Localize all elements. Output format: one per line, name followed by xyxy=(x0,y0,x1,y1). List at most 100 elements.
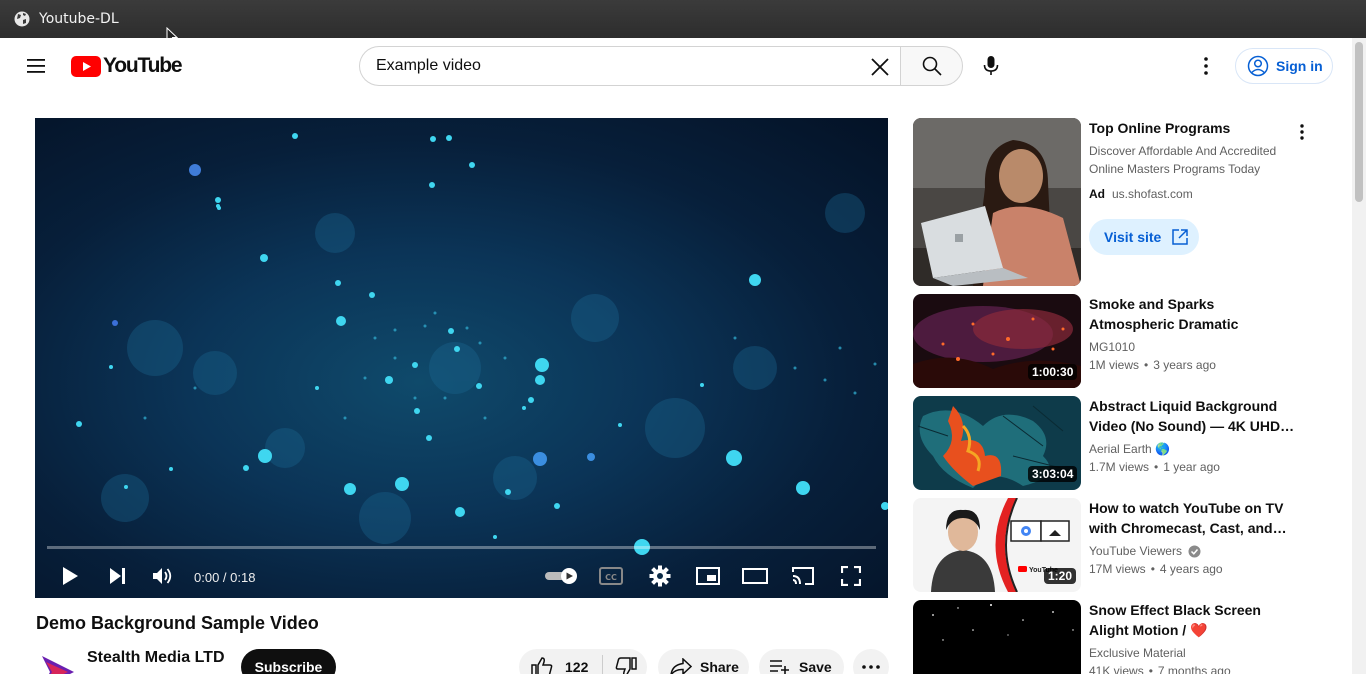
scrollbar-thumb[interactable] xyxy=(1355,42,1363,202)
miniplayer-button[interactable] xyxy=(692,562,724,590)
channel-name[interactable]: MG1010 xyxy=(1089,340,1135,354)
search-button[interactable] xyxy=(900,46,963,86)
player-controls: 0:00 / 0:18 CC xyxy=(35,554,888,598)
recommendation-item[interactable]: 3:03:04 Abstract Liquid Background Video… xyxy=(913,396,1313,490)
video-meta: 17M views • 4 years ago xyxy=(1089,562,1223,576)
upload-age: 4 years ago xyxy=(1159,562,1223,576)
volume-icon xyxy=(153,568,172,584)
video-player[interactable]: 0:00 / 0:18 CC xyxy=(35,118,888,598)
channel-avatar[interactable] xyxy=(38,650,78,674)
skip-next-icon xyxy=(110,568,125,584)
verified-icon xyxy=(1188,545,1201,557)
meta-separator: • xyxy=(1148,664,1153,674)
video-title[interactable]: How to watch YouTube on TV with Chromeca… xyxy=(1089,498,1301,538)
dislike-button[interactable] xyxy=(603,649,638,674)
visit-site-label: Visit site xyxy=(1104,229,1162,245)
brand-wordmark: YouTube xyxy=(103,54,183,77)
upload-age: 7 months ago xyxy=(1157,664,1231,674)
video-frame xyxy=(76,133,888,555)
menu-icon[interactable] xyxy=(24,54,48,78)
voice-search-button[interactable] xyxy=(971,46,1011,86)
clear-search-icon[interactable] xyxy=(866,53,894,81)
autoplay-toggle[interactable] xyxy=(543,562,581,590)
add-to-playlist-icon xyxy=(770,660,789,674)
window-title-bar: Youtube-DL xyxy=(0,0,1366,38)
channel-name-label: YouTube Viewers xyxy=(1089,544,1182,558)
settings-button[interactable] xyxy=(644,562,676,590)
like-count: 122 xyxy=(565,659,589,674)
thumbs-down-icon xyxy=(616,657,638,674)
youtube-page: YouTube Example video Sign in 0:00 / 0:1… xyxy=(0,38,1366,674)
recommendation-item[interactable]: Snow Effect Black Screen Alight Motion /… xyxy=(913,600,1313,674)
autoplay-toggle-icon xyxy=(545,568,577,584)
channel-name[interactable]: Stealth Media LTD xyxy=(87,649,225,667)
more-actions-button[interactable] xyxy=(853,649,889,674)
view-count: 1M views xyxy=(1089,358,1140,372)
video-title: Demo Background Sample Video xyxy=(36,613,319,633)
gear-icon xyxy=(649,565,671,587)
captions-button[interactable]: CC xyxy=(595,562,627,590)
time-display: 0:00 / 0:18 xyxy=(194,570,256,585)
settings-menu-button[interactable] xyxy=(1190,50,1222,82)
account-icon xyxy=(1247,55,1269,77)
ad-description: Discover Affordable And Accredited Onlin… xyxy=(1089,142,1289,178)
cast-button[interactable] xyxy=(787,562,819,590)
video-meta: 1.7M views • 1 year ago xyxy=(1089,460,1220,474)
share-label: Share xyxy=(700,659,739,674)
save-label: Save xyxy=(799,659,832,674)
cast-icon xyxy=(792,567,814,585)
youtube-play-icon xyxy=(71,55,101,77)
youtube-logo[interactable]: YouTube xyxy=(71,54,183,77)
share-button[interactable]: Share xyxy=(658,649,749,674)
search-input[interactable] xyxy=(376,57,856,75)
theater-mode-icon xyxy=(742,568,768,584)
meta-separator: • xyxy=(1150,562,1155,576)
recommendation-item[interactable]: YouTube 1:20 How to watch YouTube on TV … xyxy=(913,498,1313,592)
search-box xyxy=(359,46,900,86)
like-dislike-group: 122 xyxy=(519,649,647,674)
more-horizontal-icon xyxy=(862,665,880,669)
subscribe-button[interactable]: Subscribe xyxy=(241,649,336,674)
globe-icon xyxy=(14,11,30,27)
save-button[interactable]: Save xyxy=(759,649,844,674)
volume-button[interactable] xyxy=(147,562,179,590)
closed-captions-icon: CC xyxy=(599,567,623,585)
ad-description-line-1: Discover Affordable And Accredited xyxy=(1089,144,1277,158)
upload-age: 1 year ago xyxy=(1163,460,1220,474)
ad-description-line-2: Online Masters Programs Today xyxy=(1089,162,1261,176)
ad-title[interactable]: Top Online Programs xyxy=(1089,120,1289,136)
upload-age: 3 years ago xyxy=(1153,358,1216,372)
share-icon xyxy=(670,658,692,674)
svg-text:CC: CC xyxy=(605,573,617,582)
external-link-icon xyxy=(1172,229,1189,245)
like-button[interactable]: 122 xyxy=(519,649,588,674)
page-scrollbar[interactable] xyxy=(1352,38,1366,674)
video-duration: 1:00:30 xyxy=(1028,364,1078,380)
channel-name[interactable]: Exclusive Material xyxy=(1089,646,1186,660)
ad-thumbnail[interactable] xyxy=(913,118,1081,286)
fullscreen-button[interactable] xyxy=(835,562,867,590)
more-vertical-icon xyxy=(1300,124,1304,140)
visit-site-button[interactable]: Visit site xyxy=(1089,219,1199,255)
video-meta: 1M views • 3 years ago xyxy=(1089,358,1216,372)
theater-mode-button[interactable] xyxy=(739,562,771,590)
recommendation-item[interactable]: 1:00:30 Smoke and Sparks Atmospheric Dra… xyxy=(913,294,1313,388)
video-duration: 3:03:04 xyxy=(1028,466,1078,482)
channel-name[interactable]: YouTube Viewers xyxy=(1089,544,1201,558)
sign-in-button[interactable]: Sign in xyxy=(1235,48,1333,84)
video-title[interactable]: Smoke and Sparks Atmospheric Dramatic Ba… xyxy=(1089,294,1301,334)
ad-menu-button[interactable] xyxy=(1290,120,1314,144)
play-button[interactable] xyxy=(54,562,86,590)
meta-separator: • xyxy=(1154,460,1159,474)
video-title[interactable]: Abstract Liquid Background Video (No Sou… xyxy=(1089,396,1301,436)
sign-in-label: Sign in xyxy=(1276,58,1323,74)
next-button[interactable] xyxy=(101,562,133,590)
channel-name[interactable]: Aerial Earth 🌎 xyxy=(1089,442,1170,456)
miniplayer-icon xyxy=(696,567,720,585)
search-icon xyxy=(922,56,942,76)
video-meta: 41K views • 7 months ago xyxy=(1089,664,1231,674)
progress-bar[interactable] xyxy=(47,546,876,549)
video-title[interactable]: Snow Effect Black Screen Alight Motion /… xyxy=(1089,600,1301,640)
video-thumbnail[interactable] xyxy=(913,600,1081,674)
microphone-icon xyxy=(983,56,999,75)
